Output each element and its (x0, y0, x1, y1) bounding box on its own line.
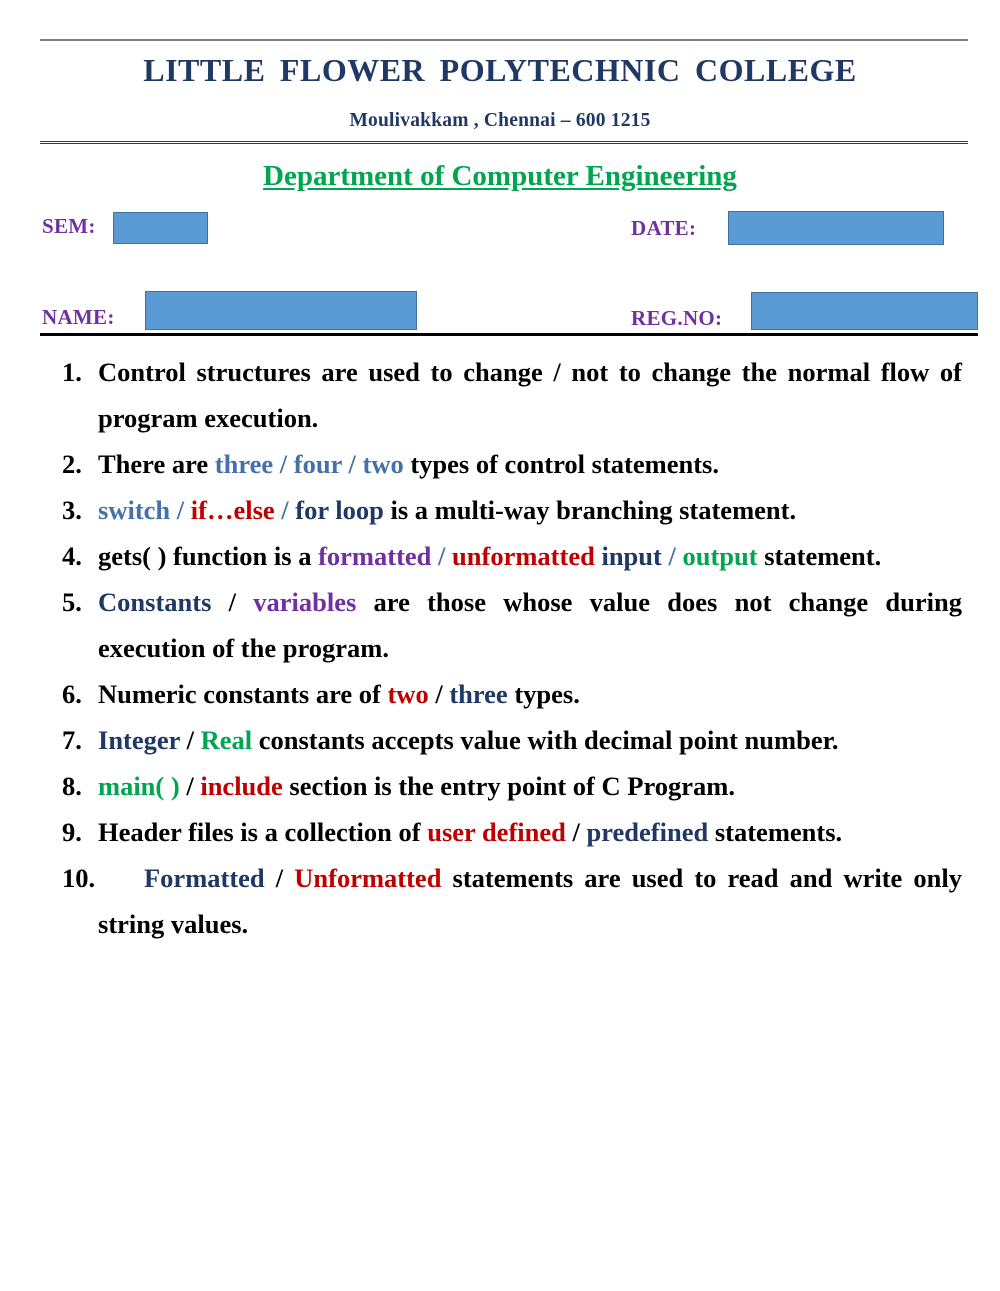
question-segment: three (214, 449, 274, 479)
question-text: Integer / Real constants accepts value w… (98, 717, 962, 763)
question-number: 1. (62, 357, 82, 387)
question-segment: statements. (708, 817, 843, 847)
question-text: Formatted / Unformatted statements are u… (98, 855, 962, 947)
question-segment: / (661, 541, 683, 571)
question-number: 5. (62, 587, 82, 617)
question-number: 6. (62, 679, 82, 709)
question-segment: / (431, 541, 453, 571)
question-number: 8. (62, 771, 82, 801)
question-segment: three (449, 679, 508, 709)
question-number: 7. (62, 725, 82, 755)
header-top-rule (40, 39, 968, 41)
question-text: Numeric constants are of two / three typ… (98, 671, 962, 717)
question-text: switch / if…else / for loop is a multi-w… (98, 487, 962, 533)
question-segment: / (428, 679, 450, 709)
date-label: DATE: (631, 216, 697, 240)
question-segment: two (387, 679, 429, 709)
question-segment: / (273, 449, 294, 479)
date-input[interactable] (728, 211, 944, 245)
question-text: Control structures are used to change / … (98, 349, 962, 441)
sem-input[interactable] (113, 212, 208, 244)
question-segment: types of control statements. (403, 449, 719, 479)
question-segment: / (179, 771, 201, 801)
question-list: 1. Control structures are used to change … (62, 349, 962, 947)
question-segment: output (682, 541, 758, 571)
question-text: main( ) / include section is the entry p… (98, 763, 962, 809)
form-bottom-rule (40, 333, 978, 336)
department-heading: Department of Computer Engineering (0, 160, 1000, 193)
question-segment: / (264, 863, 295, 893)
header-divider-rule (40, 141, 968, 144)
question-segment: Integer (98, 725, 180, 755)
sem-label: SEM: (42, 214, 96, 238)
question-segment: There are (98, 449, 215, 479)
question-text: There are three / four / two types of co… (98, 441, 962, 487)
question-segment: switch (98, 495, 171, 525)
question-segment: four (293, 449, 342, 479)
question-number: 2. (62, 449, 82, 479)
question-segment: / (170, 495, 191, 525)
question-item: 2. There are three / four / two types of … (62, 441, 962, 487)
question-segment: Formatted (144, 863, 265, 893)
question-segment: formatted (318, 541, 432, 571)
department-heading-text: Department of Computer Engineering (263, 160, 737, 192)
question-item: 1. Control structures are used to change … (62, 349, 962, 441)
question-segment: user defined (427, 817, 566, 847)
question-segment: two (362, 449, 404, 479)
question-text: Constants / variables are those whose va… (98, 579, 962, 671)
worksheet-page: LITTLE FLOWER POLYTECHNIC COLLEGE Mouliv… (0, 0, 1000, 1291)
question-segment: Constants (98, 587, 212, 617)
question-segment: if…else (190, 495, 275, 525)
question-segment: constants accepts value with decimal poi… (252, 725, 839, 755)
question-item: 3. switch / if…else / for loop is a multi… (62, 487, 962, 533)
name-input[interactable] (145, 291, 417, 330)
question-item: 9. Header files is a collection of user d… (62, 809, 962, 855)
question-number: 10. (62, 863, 96, 893)
question-segment: gets( ) function is a (98, 541, 319, 571)
college-address: Moulivakkam , Chennai – 600 1215 (349, 110, 651, 131)
college-name-heading: LITTLE FLOWER POLYTECHNIC COLLEGE (143, 52, 857, 88)
question-segment: Unformatted (294, 863, 442, 893)
question-segment: types. (507, 679, 580, 709)
question-text: gets( ) function is a formatted / unform… (98, 533, 962, 579)
question-segment: / (274, 495, 296, 525)
question-segment: statement. (757, 541, 882, 571)
question-segment: unformatted (452, 541, 595, 571)
question-segment: main( ) (98, 771, 180, 801)
question-segment: section is the entry point of C Program. (282, 771, 735, 801)
question-item: 6. Numeric constants are of two / three t… (62, 671, 962, 717)
question-item: 7. Integer / Real constants accepts value… (62, 717, 962, 763)
question-segment: / (341, 449, 363, 479)
question-item: 10. Formatted / Unformatted statements ar… (62, 855, 962, 947)
question-segment: Header files is a collection of (98, 817, 428, 847)
question-number: 4. (62, 541, 82, 571)
question-segment: variables (253, 587, 357, 617)
regno-label: REG.NO: (631, 306, 723, 330)
question-segment: / (565, 817, 587, 847)
question-segment: Numeric constants are of (98, 679, 388, 709)
name-label: NAME: (42, 305, 115, 329)
question-item: 4. gets( ) function is a formatted / unfo… (62, 533, 962, 579)
question-segment: / (211, 587, 254, 617)
question-number: 3. (62, 495, 82, 525)
question-segment: / (179, 725, 201, 755)
question-segment: Control structures are used to change / … (98, 357, 962, 433)
question-number: 9. (62, 817, 82, 847)
question-segment: is a multi-way branching statement. (383, 495, 797, 525)
question-segment: Real (200, 725, 253, 755)
question-segment: predefined (586, 817, 709, 847)
regno-input[interactable] (751, 292, 978, 330)
question-segment: include (200, 771, 283, 801)
question-text: Header files is a collection of user def… (98, 809, 962, 855)
question-segment: for loop (295, 495, 384, 525)
question-item: 5. Constants / variables are those whose … (62, 579, 962, 671)
question-segment: input (601, 541, 662, 571)
question-item: 8. main( ) / include section is the entry… (62, 763, 962, 809)
